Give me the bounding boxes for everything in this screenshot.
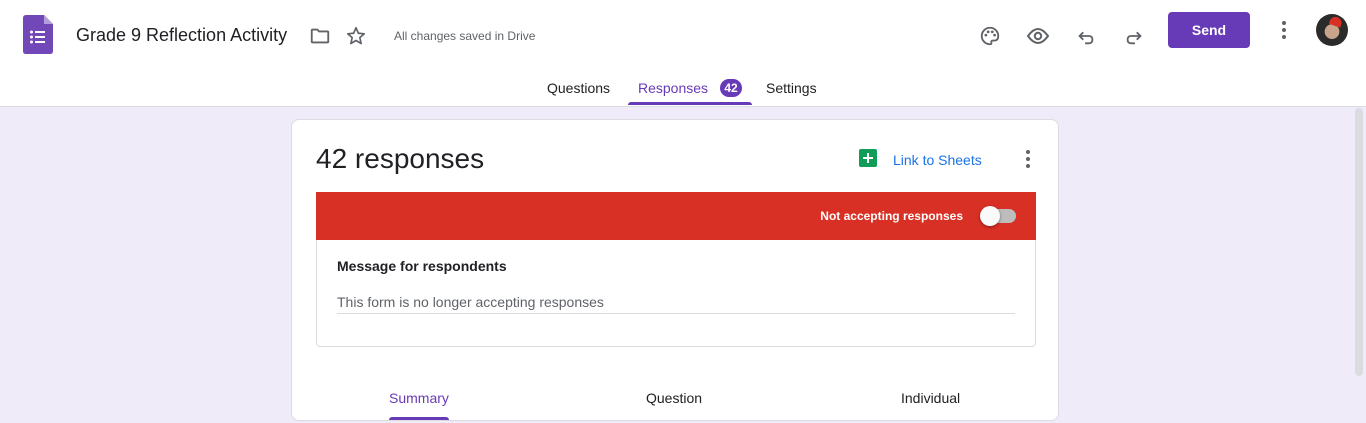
not-accepting-banner: Not accepting responses — [316, 192, 1036, 240]
responses-count-badge: 42 — [720, 79, 742, 97]
respondent-message-section: Message for respondents — [316, 240, 1036, 347]
active-tab-indicator — [628, 102, 752, 105]
subtab-question[interactable]: Question — [646, 390, 702, 406]
send-button[interactable]: Send — [1168, 12, 1250, 48]
sheets-icon[interactable] — [859, 149, 877, 167]
scrollbar[interactable] — [1355, 108, 1363, 376]
tab-questions[interactable]: Questions — [547, 80, 610, 96]
more-vert-icon[interactable] — [1272, 18, 1296, 42]
folder-icon[interactable] — [308, 24, 332, 48]
top-app-bar: Grade 9 Reflection Activity All changes … — [0, 0, 1366, 107]
avatar[interactable] — [1316, 14, 1348, 46]
message-label: Message for respondents — [337, 258, 507, 274]
subtab-individual[interactable]: Individual — [901, 390, 960, 406]
eye-icon[interactable] — [1026, 24, 1050, 48]
palette-icon[interactable] — [978, 24, 1002, 48]
forms-logo-icon[interactable] — [23, 15, 53, 54]
redo-icon[interactable] — [1122, 24, 1146, 48]
undo-icon[interactable] — [1074, 24, 1098, 48]
tab-responses[interactable]: Responses — [638, 80, 708, 96]
respondent-message-input[interactable] — [337, 290, 1015, 314]
save-status: All changes saved in Drive — [394, 29, 536, 43]
document-title[interactable]: Grade 9 Reflection Activity — [76, 25, 287, 46]
response-count-title: 42 responses — [316, 143, 485, 174]
star-icon[interactable] — [344, 24, 368, 48]
active-subtab-indicator — [389, 417, 449, 420]
subtab-summary[interactable]: Summary — [389, 390, 449, 406]
accepting-responses-toggle[interactable] — [980, 206, 1016, 226]
toggle-knob[interactable] — [980, 206, 1000, 226]
accepting-responses-label: Not accepting responses — [820, 209, 963, 223]
tab-settings[interactable]: Settings — [766, 80, 817, 96]
responses-card: 42 responses Link to Sheets Not acceptin… — [291, 119, 1059, 421]
more-vert-icon[interactable] — [1016, 147, 1040, 171]
link-to-sheets-button[interactable]: Link to Sheets — [893, 152, 982, 168]
